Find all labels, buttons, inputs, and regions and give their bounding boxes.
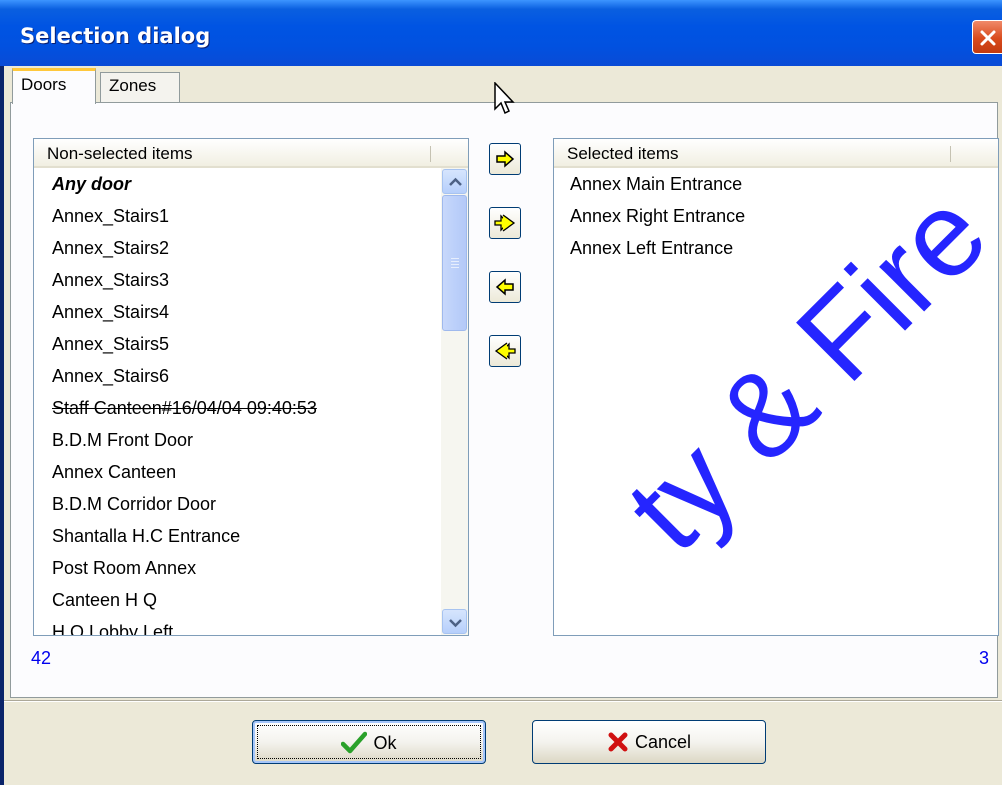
x-icon [608,732,628,752]
move-selected-right-button[interactable] [489,143,521,175]
scroll-grip [451,264,459,265]
chevron-down-icon [449,619,462,628]
footer-divider [4,700,1002,702]
cancel-button-label: Cancel [634,731,692,752]
checkmark-icon [341,731,368,754]
list-item[interactable]: Post Room Annex [34,552,468,584]
scroll-up-button[interactable] [442,169,467,194]
list-item[interactable]: Annex_Stairs6 [34,360,468,392]
tab-zones[interactable]: Zones [100,72,180,102]
list-item[interactable]: Annex Canteen [34,456,468,488]
tab-doors[interactable]: Doors [12,68,96,104]
column-separator[interactable] [430,146,431,162]
move-selected-left-button[interactable] [489,271,521,303]
list-item[interactable]: Staff Canteen#16/04/04 09:40:53 [34,392,468,424]
move-all-left-button[interactable] [489,335,521,367]
list-item[interactable]: Annex_Stairs3 [34,264,468,296]
scroll-grip [451,267,459,268]
selected-items: Annex Main Entrance Annex Right Entrance A… [554,168,998,635]
scroll-grip [451,258,459,259]
non-selected-header-label: Non-selected items [47,144,193,163]
dialog-client-area: Doors Zones Non-selected items Any door A… [4,66,1002,785]
title-bar[interactable]: Selection dialog [0,0,1002,66]
ok-button-label: Ok [373,732,397,753]
non-selected-items: Any door Annex_Stairs1 Annex_Stairs2 Annex_… [34,168,468,635]
close-button[interactable] [972,20,1002,54]
selected-count: 3 [978,648,989,668]
list-item[interactable]: Annex_Stairs1 [34,200,468,232]
double-arrow-right-icon [494,214,516,232]
non-selected-items-list[interactable]: Non-selected items Any door Annex_Stairs1… [33,138,469,636]
selected-items-list[interactable]: Selected items Annex Main Entrance Annex … [553,138,999,636]
list-item[interactable]: Annex_Stairs5 [34,328,468,360]
scroll-thumb[interactable] [442,195,467,331]
chevron-up-icon [449,177,462,186]
non-selected-items-header[interactable]: Non-selected items [34,139,468,168]
list-item[interactable]: H Q Lobby Left [34,616,468,635]
selection-dialog-window: Selection dialog Doors Zones Non-selecte… [0,0,1002,785]
mouse-pointer-icon [494,82,515,115]
list-item[interactable]: B.D.M Front Door [34,424,468,456]
list-item[interactable]: Annex_Stairs4 [34,296,468,328]
double-arrow-left-icon [494,342,516,360]
scroll-down-button[interactable] [442,609,467,634]
selected-items-header[interactable]: Selected items [554,139,998,168]
ok-button[interactable]: Ok [252,720,486,764]
selected-header-label: Selected items [567,144,679,163]
list-item[interactable]: Any door [34,168,468,200]
cancel-button[interactable]: Cancel [532,720,766,764]
arrow-left-icon [495,278,514,296]
move-all-right-button[interactable] [489,207,521,239]
scroll-grip [451,261,459,262]
tab-panel-doors: Non-selected items Any door Annex_Stairs1… [10,102,999,698]
window-title: Selection dialog [20,24,211,48]
list-item[interactable]: Canteen H Q [34,584,468,616]
list-item[interactable]: Annex Main Entrance [554,168,998,200]
list-item[interactable]: Shantalla H.C Entrance [34,520,468,552]
non-selected-count: 42 [31,648,52,668]
list-item[interactable]: B.D.M Corridor Door [34,488,468,520]
list-item[interactable]: Annex Left Entrance [554,232,998,264]
vertical-scrollbar[interactable] [441,168,468,635]
close-icon [980,30,996,46]
list-item[interactable]: Annex_Stairs2 [34,232,468,264]
list-item[interactable]: Annex Right Entrance [554,200,998,232]
arrow-right-icon [496,150,515,168]
column-separator[interactable] [950,146,951,162]
